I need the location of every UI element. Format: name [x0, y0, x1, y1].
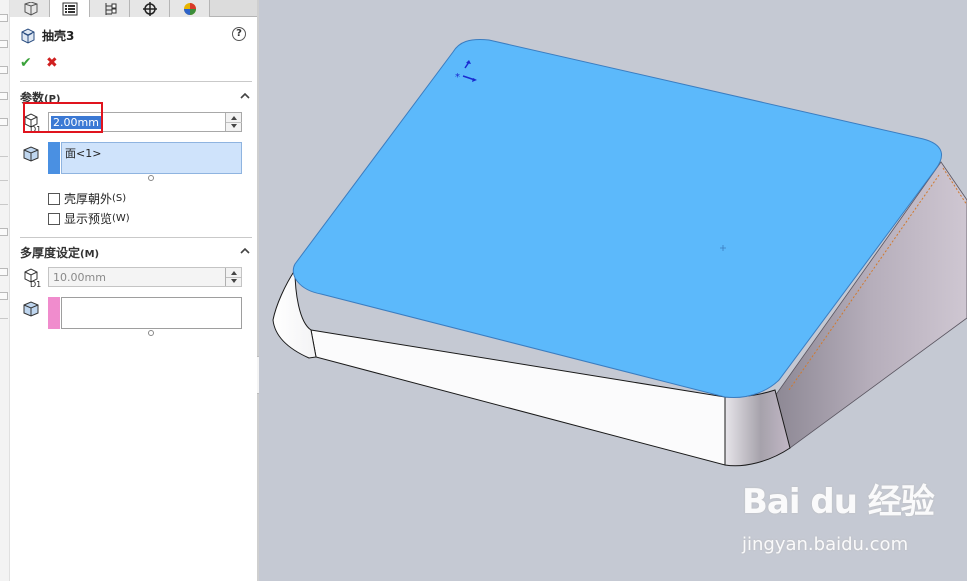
list-resize-grip[interactable]	[148, 175, 154, 181]
cancel-button[interactable]: ✖	[46, 55, 58, 71]
pm-header: 抽壳3	[20, 27, 74, 44]
divider	[20, 237, 252, 238]
tree-item-icon[interactable]	[0, 268, 8, 276]
tree-line	[0, 204, 8, 205]
checkbox-box[interactable]	[48, 192, 60, 205]
thickness-spinner[interactable]	[225, 113, 242, 131]
show-preview-checkbox[interactable]: 显示预览 (W)	[48, 210, 130, 227]
faces-to-remove-list[interactable]: 面<1>	[48, 142, 242, 174]
list-item[interactable]: 面<1>	[65, 147, 101, 160]
tree-item-icon[interactable]	[0, 228, 8, 236]
spinner-divider	[226, 122, 242, 123]
watermark-logo: Bai du 经验	[742, 482, 935, 522]
tree-item-icon[interactable]	[0, 66, 8, 74]
tree-line	[0, 180, 8, 181]
crosshair-icon	[142, 1, 157, 16]
watermark: Bai du 经验 jingyan.baidu.com	[742, 474, 935, 555]
manager-tab-bar	[10, 0, 258, 18]
spin-up-icon[interactable]	[231, 116, 237, 120]
tree-item-icon[interactable]	[0, 14, 8, 22]
chevron-up-icon[interactable]	[240, 91, 250, 101]
tab-feature-manager[interactable]	[10, 0, 50, 17]
tab-configuration-manager[interactable]	[90, 0, 130, 17]
checkbox-hotkey: (S)	[112, 193, 127, 204]
faces-to-remove-icon	[23, 146, 39, 162]
spin-up-icon[interactable]	[231, 271, 237, 275]
section-hotkey: (M)	[80, 249, 100, 260]
page-title: 抽壳3	[42, 29, 75, 43]
checkbox-label: 壳厚朝外	[64, 192, 113, 206]
faces-list-box[interactable]: 面<1>	[61, 142, 242, 174]
feature-tree-icon	[24, 1, 37, 16]
multi-thickness-value: 10.00mm	[53, 270, 106, 284]
watermark-url: jingyan.baidu.com	[742, 534, 909, 555]
section-title-multi-thickness[interactable]: 多厚度设定(M)	[20, 244, 99, 261]
tree-line	[0, 156, 8, 157]
spin-down-icon[interactable]	[231, 124, 237, 128]
multi-face-color-swatch	[48, 297, 60, 329]
checkbox-label: 显示预览	[64, 212, 113, 226]
shell-feature-icon	[21, 27, 35, 44]
svg-text:*: *	[455, 72, 460, 83]
face-color-swatch	[48, 142, 60, 174]
property-list-icon	[62, 2, 77, 16]
spin-down-icon[interactable]	[231, 279, 237, 283]
ok-button[interactable]: ✔	[20, 55, 32, 71]
highlight-box	[23, 102, 103, 133]
multi-thickness-faces-list[interactable]	[48, 297, 242, 329]
tab-property-manager[interactable]	[50, 0, 90, 18]
multi-thickness-d1-icon: D1	[24, 268, 41, 288]
appearance-icon	[183, 2, 196, 15]
multi-faces-list-box[interactable]	[61, 297, 242, 329]
help-icon[interactable]: ?	[232, 27, 246, 41]
chevron-up-icon[interactable]	[240, 246, 250, 256]
divider	[20, 81, 252, 82]
multi-thickness-input[interactable]: 10.00mm	[48, 267, 242, 287]
tree-line	[0, 318, 8, 319]
tab-dimxpert-manager[interactable]	[130, 0, 170, 17]
tree-item-icon[interactable]	[0, 118, 8, 126]
tree-item-icon[interactable]	[0, 292, 8, 300]
tree-item-icon[interactable]	[0, 92, 8, 100]
list-resize-grip[interactable]	[148, 330, 154, 336]
multi-thickness-faces-icon	[23, 301, 39, 317]
configuration-icon	[105, 2, 116, 15]
multi-thickness-spinner[interactable]	[225, 268, 242, 286]
checkbox-box[interactable]	[48, 212, 60, 225]
tree-item-icon[interactable]	[0, 40, 8, 48]
feature-tree-strip	[0, 0, 10, 581]
tab-display-manager[interactable]	[170, 0, 210, 17]
section-title-label: 多厚度设定	[20, 246, 81, 260]
checkbox-hotkey: (W)	[112, 213, 130, 224]
spinner-divider	[226, 277, 242, 278]
svg-text:D1: D1	[30, 280, 41, 288]
shell-outward-checkbox[interactable]: 壳厚朝外 (S)	[48, 190, 126, 207]
